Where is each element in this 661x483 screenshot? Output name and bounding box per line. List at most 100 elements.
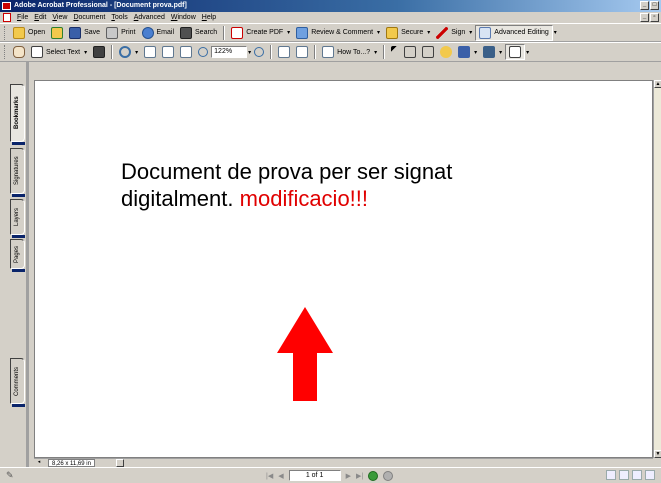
chevron-down-icon[interactable]: ▾ bbox=[84, 49, 87, 56]
chevron-down-icon[interactable]: ▾ bbox=[526, 49, 529, 56]
tab-strip bbox=[12, 235, 25, 238]
magnifier-icon bbox=[119, 46, 132, 58]
select-object-button[interactable] bbox=[388, 44, 401, 60]
document-icon[interactable] bbox=[3, 13, 11, 22]
advanced-editing-button[interactable]: Advanced Editing bbox=[475, 24, 553, 41]
menu-help[interactable]: Help bbox=[199, 12, 219, 23]
previous-view-button[interactable] bbox=[368, 470, 379, 481]
chevron-down-icon[interactable]: ▾ bbox=[554, 29, 557, 36]
open-button[interactable]: Open bbox=[10, 25, 48, 41]
last-page-button[interactable]: ▶| bbox=[356, 472, 363, 480]
camera-icon bbox=[93, 46, 106, 58]
previous-page-button[interactable]: ◀ bbox=[278, 472, 283, 480]
page-number-field[interactable]: 1 of 1 bbox=[288, 470, 341, 481]
facing-layout-icon[interactable] bbox=[632, 470, 642, 480]
organizer-button[interactable] bbox=[48, 25, 66, 41]
multimedia-button[interactable]: ▾ bbox=[480, 44, 505, 60]
how-to-label: How To...? bbox=[337, 48, 371, 56]
chevron-down-icon[interactable]: ▾ bbox=[374, 49, 377, 56]
document-text: Document de prova per ser signat digital… bbox=[121, 158, 581, 212]
toolbar-grip[interactable] bbox=[4, 45, 7, 59]
touchup-text-button[interactable] bbox=[401, 44, 419, 60]
review-comment-button[interactable]: Review & Comment ▾ bbox=[293, 25, 383, 41]
single-page-layout-icon[interactable] bbox=[606, 470, 616, 480]
sign-button[interactable]: Sign ▾ bbox=[433, 25, 475, 41]
text-field-button[interactable] bbox=[505, 44, 526, 60]
doc-restore-button[interactable]: ▫ bbox=[650, 13, 659, 22]
window-controls: _ □ bbox=[640, 1, 659, 10]
next-view-button[interactable] bbox=[383, 470, 394, 481]
hand-icon bbox=[13, 46, 25, 58]
horizontal-scrollbar[interactable]: ◂ 8,26 x 11,69 in bbox=[34, 458, 653, 467]
select-text-button[interactable]: Select Text ▾ bbox=[28, 44, 90, 60]
chevron-down-icon[interactable]: ▾ bbox=[135, 49, 138, 56]
create-pdf-button[interactable]: Create PDF ▾ bbox=[228, 25, 293, 41]
tab-bookmarks[interactable]: Bookmarks bbox=[10, 84, 25, 142]
form-field-button[interactable]: ▾ bbox=[455, 44, 480, 60]
rotate-cw-button[interactable] bbox=[293, 44, 311, 60]
menu-document[interactable]: Document bbox=[70, 12, 108, 23]
email-label: Email bbox=[156, 29, 175, 36]
menu-window[interactable]: Window bbox=[168, 12, 199, 23]
scroll-left-button[interactable]: ◂ bbox=[34, 459, 44, 467]
page-navigation: |◀ ◀ 1 of 1 ▶ ▶| bbox=[266, 470, 394, 481]
menu-advanced[interactable]: Advanced bbox=[131, 12, 168, 23]
scroll-up-button[interactable]: ▲ bbox=[654, 80, 661, 88]
search-button[interactable]: Search bbox=[177, 25, 220, 41]
next-page-button[interactable]: ▶ bbox=[346, 472, 351, 480]
tab-signatures[interactable]: Signatures bbox=[10, 148, 25, 194]
rotate-ccw-button[interactable] bbox=[275, 44, 293, 60]
file-toolbar: Open Save Print Email Search Create PDF … bbox=[0, 23, 661, 42]
actual-size-button[interactable] bbox=[141, 44, 159, 60]
crop-button[interactable] bbox=[419, 44, 437, 60]
zoom-out-button[interactable] bbox=[195, 44, 211, 60]
snapshot-button[interactable] bbox=[90, 44, 108, 60]
zoom-in-button[interactable] bbox=[251, 44, 267, 60]
tab-strip bbox=[12, 194, 25, 197]
chevron-down-icon[interactable]: ▾ bbox=[499, 49, 502, 56]
maximize-button[interactable]: □ bbox=[650, 1, 659, 10]
doc-minimize-button[interactable]: _ bbox=[640, 13, 649, 22]
scroll-down-button[interactable]: ▼ bbox=[654, 450, 661, 458]
link-tool-button[interactable] bbox=[437, 44, 455, 60]
how-to-button[interactable]: How To...? ▾ bbox=[319, 44, 380, 60]
continuous-facing-layout-icon[interactable] bbox=[645, 470, 655, 480]
zoom-input[interactable]: 122% bbox=[211, 46, 248, 58]
form-field-icon bbox=[458, 46, 471, 58]
chevron-down-icon[interactable]: ▾ bbox=[427, 29, 430, 36]
menu-tools[interactable]: Tools bbox=[108, 12, 130, 23]
tools-toolbar: Select Text ▾ ▾ 122% ▾ How To...? ▾ ▾ ▾ … bbox=[0, 42, 661, 62]
chevron-down-icon[interactable]: ▾ bbox=[474, 49, 477, 56]
menu-view[interactable]: View bbox=[49, 12, 70, 23]
document-viewer[interactable]: Document de prova per ser signat digital… bbox=[34, 80, 653, 458]
toolbar-separator bbox=[270, 45, 273, 59]
hand-tool-button[interactable] bbox=[10, 44, 28, 60]
chevron-down-icon[interactable]: ▾ bbox=[377, 29, 380, 36]
document-line-1: Document de prova per ser signat bbox=[121, 159, 453, 184]
menu-file[interactable]: File bbox=[14, 12, 31, 23]
toolbar-separator bbox=[111, 45, 114, 59]
tab-layers[interactable]: Layers bbox=[10, 199, 25, 235]
vertical-scrollbar[interactable]: ▲ ▼ bbox=[653, 80, 661, 458]
fit-page-button[interactable] bbox=[159, 44, 177, 60]
chevron-down-icon[interactable]: ▾ bbox=[469, 29, 472, 36]
email-button[interactable]: Email bbox=[139, 25, 178, 41]
save-button[interactable]: Save bbox=[66, 25, 103, 41]
zoom-tool-button[interactable]: ▾ bbox=[116, 44, 141, 60]
secure-label: Secure bbox=[401, 29, 424, 36]
navigation-pane-splitter[interactable] bbox=[26, 62, 29, 467]
toolbar-grip[interactable] bbox=[4, 25, 7, 40]
minimize-button[interactable]: _ bbox=[640, 1, 649, 10]
fit-width-button[interactable] bbox=[177, 44, 195, 60]
continuous-layout-icon[interactable] bbox=[619, 470, 629, 480]
tab-comments[interactable]: Comments bbox=[10, 358, 25, 404]
secure-button[interactable]: Secure ▾ bbox=[383, 25, 433, 41]
menu-edit[interactable]: Edit bbox=[31, 12, 49, 23]
first-page-button[interactable]: |◀ bbox=[266, 472, 273, 480]
fit-page-icon bbox=[162, 46, 175, 58]
tab-strip bbox=[12, 142, 25, 145]
chevron-down-icon[interactable]: ▾ bbox=[287, 29, 290, 36]
scroll-thumb[interactable] bbox=[116, 459, 124, 467]
tab-pages[interactable]: Pages bbox=[10, 239, 25, 269]
print-button[interactable]: Print bbox=[103, 25, 138, 41]
